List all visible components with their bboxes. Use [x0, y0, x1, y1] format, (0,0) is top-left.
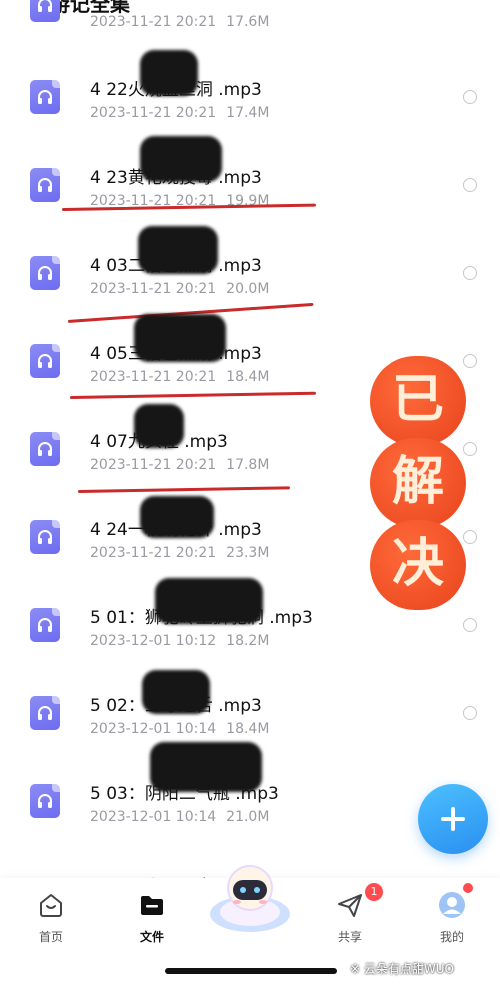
select-radio[interactable]: [463, 706, 477, 720]
resolved-stamp-char: 已: [370, 356, 466, 446]
file-size: 20.0M: [226, 281, 270, 297]
redaction-mark: [140, 50, 198, 96]
file-meta: 2023-11-21 20:21 23.3M: [90, 545, 269, 561]
mascot-center-button[interactable]: [205, 858, 295, 936]
redaction-mark: [140, 136, 222, 182]
file-size: 17.4M: [226, 105, 270, 121]
file-size: 18.4M: [226, 721, 270, 737]
tab-label: 我的: [439, 930, 464, 944]
redaction-mark: [140, 496, 214, 538]
audio-file-icon: [30, 256, 60, 290]
file-date: 2023-11-21 20:21: [90, 457, 217, 473]
file-size: 21.0M: [226, 809, 270, 825]
audio-file-icon: [30, 608, 60, 642]
watermark-text: ※ 云朵有点甜WUO: [350, 962, 454, 976]
redaction-mark: [134, 314, 226, 362]
file-meta: 2023-11-21 20:21 17.8M: [90, 457, 269, 473]
share-notification-badge: 1: [365, 883, 383, 901]
file-date: 2023-12-01 10:12: [90, 633, 217, 649]
file-date: 2023-11-21 20:21: [90, 105, 217, 121]
file-date: 2023-11-21 20:21: [90, 281, 217, 297]
home-indicator[interactable]: [165, 968, 337, 974]
select-radio[interactable]: [463, 178, 477, 192]
redaction-mark: [138, 226, 218, 274]
audio-file-icon: [30, 168, 60, 202]
file-row[interactable]: 4 22火烧盘丝洞 .mp3 2023-11-21 20:2117.4M: [0, 50, 500, 150]
select-radio[interactable]: [463, 90, 477, 104]
audio-file-icon: [30, 696, 60, 730]
annotation-underline: [77, 486, 290, 493]
file-meta: 2023-11-21 20:21 18.4M: [90, 369, 269, 385]
file-size: 18.4M: [226, 369, 270, 385]
file-date: 2023-12-01 10:14: [90, 721, 217, 737]
redaction-mark: [155, 578, 263, 624]
file-meta: 2023-11-21 20:21 17.6M: [90, 14, 269, 30]
audio-file-icon: [30, 432, 60, 466]
tab-label: 共享: [337, 930, 362, 944]
redaction-mark: [150, 742, 262, 792]
file-size: 23.3M: [226, 545, 270, 561]
audio-file-icon: [30, 344, 60, 378]
audio-file-icon: [30, 784, 60, 818]
audio-file-icon: [30, 520, 60, 554]
tab-label: 文件: [139, 930, 164, 944]
tab-label: 首页: [38, 930, 63, 944]
redaction-mark: [142, 670, 210, 714]
redaction-mark: [134, 404, 184, 448]
file-size: 17.6M: [226, 14, 270, 30]
file-meta: 2023-11-21 20:21 17.4M: [90, 105, 269, 121]
tab-files[interactable]: 文件: [122, 886, 182, 946]
file-size: 17.8M: [226, 457, 270, 473]
profile-icon: [439, 892, 465, 918]
file-date: 2023-12-01 10:14: [90, 809, 217, 825]
file-date: 2023-11-21 20:21: [90, 369, 217, 385]
file-meta: 2023-12-01 10:12 18.2M: [90, 633, 269, 649]
select-radio[interactable]: [463, 442, 477, 456]
resolved-stamp-char: 解: [370, 438, 466, 528]
audio-file-icon: [30, 80, 60, 114]
file-row[interactable]: 4 03二借芭蕉扇 .mp3 2023-11-21 20:2120.0M: [0, 226, 500, 326]
tab-home[interactable]: 首页: [21, 886, 81, 946]
select-radio[interactable]: [463, 618, 477, 632]
file-size: 18.2M: [226, 633, 270, 649]
add-button[interactable]: [418, 784, 488, 854]
select-radio[interactable]: [463, 530, 477, 544]
select-radio[interactable]: [463, 266, 477, 280]
profile-notification-dot: [463, 883, 473, 893]
file-meta: 2023-12-01 10:14 21.0M: [90, 809, 269, 825]
file-row[interactable]: 4 23黄花观投毒 .mp3 2023-11-21 20:2119.9M: [0, 136, 500, 238]
file-date: 2023-11-21 20:21: [90, 14, 217, 30]
resolved-stamp-char: 决: [370, 520, 466, 610]
file-date: 2023-11-21 20:21: [90, 545, 217, 561]
file-meta: 2023-12-01 10:14 18.4M: [90, 721, 269, 737]
send-icon: [338, 894, 362, 917]
file-meta: 2023-11-21 20:21 20.0M: [90, 281, 269, 297]
file-row[interactable]: 2023-11-21 20:21 17.6M: [0, 0, 500, 66]
tab-profile[interactable]: 我的: [422, 886, 482, 946]
audio-file-icon: [30, 0, 60, 22]
home-icon: [40, 894, 62, 917]
select-radio[interactable]: [463, 354, 477, 368]
folder-icon: [141, 896, 163, 915]
annotation-underline: [69, 391, 316, 399]
